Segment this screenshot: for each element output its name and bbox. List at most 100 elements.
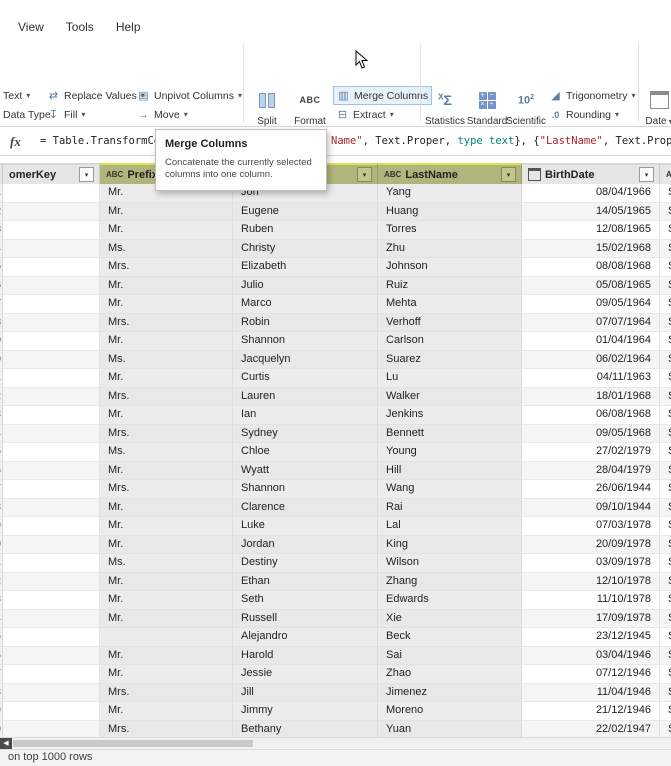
cell[interactable]: Jill <box>233 683 378 702</box>
horizontal-scrollbar[interactable]: ◀ <box>0 737 671 749</box>
cell[interactable]: 01/04/1964 <box>522 332 660 351</box>
cell[interactable]: 08/08/1968 <box>522 258 660 277</box>
cell[interactable] <box>3 646 100 665</box>
cell[interactable]: S <box>660 350 671 369</box>
cell[interactable]: S <box>660 313 671 332</box>
cell[interactable]: 07/07/1964 <box>522 313 660 332</box>
cell[interactable]: S <box>660 369 671 388</box>
cell[interactable] <box>3 628 100 647</box>
cell[interactable] <box>3 572 100 591</box>
cell[interactable]: 21/12/1946 <box>522 702 660 721</box>
cell[interactable]: Mrs. <box>100 387 233 406</box>
cell[interactable]: Zhao <box>378 665 522 684</box>
cell[interactable]: Huang <box>378 202 522 221</box>
scroll-left-button[interactable]: ◀ <box>0 738 12 749</box>
column-header-BirthDate[interactable]: BirthDate ▾ <box>522 163 660 184</box>
cell[interactable]: Torres <box>378 221 522 240</box>
cell[interactable]: S <box>660 332 671 351</box>
cell[interactable]: Wyatt <box>233 461 378 480</box>
cell[interactable]: Mr. <box>100 295 233 314</box>
cell[interactable] <box>3 406 100 425</box>
cell[interactable]: Mrs. <box>100 313 233 332</box>
cell[interactable]: Luke <box>233 517 378 536</box>
cell[interactable]: Seth <box>233 591 378 610</box>
filter-button[interactable]: ▾ <box>357 167 372 182</box>
cell[interactable]: Mr. <box>100 221 233 240</box>
cell[interactable]: 18/01/1968 <box>522 387 660 406</box>
cell[interactable]: 05/08/1965 <box>522 276 660 295</box>
cell[interactable]: Mr. <box>100 498 233 517</box>
cell[interactable]: Mr. <box>100 535 233 554</box>
cell[interactable]: Mr. <box>100 369 233 388</box>
cell[interactable]: S <box>660 683 671 702</box>
cell[interactable]: Young <box>378 443 522 462</box>
rounding-button[interactable]: .0 Rounding ▾ <box>546 106 622 124</box>
cell[interactable]: S <box>660 572 671 591</box>
cell[interactable]: Bennett <box>378 424 522 443</box>
cell[interactable] <box>3 369 100 388</box>
cell[interactable]: Elizabeth <box>233 258 378 277</box>
cell[interactable]: Beck <box>378 628 522 647</box>
cell[interactable]: Wang <box>378 480 522 499</box>
cell[interactable]: 07/03/1978 <box>522 517 660 536</box>
cell[interactable]: 06/02/1964 <box>522 350 660 369</box>
cell[interactable] <box>3 702 100 721</box>
merge-columns-button[interactable]: ▥ Merge Columns <box>333 86 433 105</box>
cell[interactable]: Mr. <box>100 276 233 295</box>
cell[interactable] <box>3 202 100 221</box>
tab-view[interactable]: View <box>18 20 44 34</box>
cell[interactable]: 09/05/1964 <box>522 295 660 314</box>
cell[interactable] <box>3 424 100 443</box>
cell[interactable]: Xie <box>378 609 522 628</box>
column-header-clipped[interactable]: ABC▾ <box>660 163 671 184</box>
cell[interactable] <box>3 276 100 295</box>
filter-button[interactable]: ▾ <box>501 167 516 182</box>
cell[interactable] <box>3 665 100 684</box>
cell[interactable] <box>3 350 100 369</box>
cell[interactable]: Bethany <box>233 720 378 737</box>
cell[interactable]: Eugene <box>233 202 378 221</box>
cell[interactable]: S <box>660 720 671 737</box>
cell[interactable]: Wilson <box>378 554 522 573</box>
cell[interactable]: S <box>660 498 671 517</box>
cell[interactable]: S <box>660 387 671 406</box>
cell[interactable] <box>3 498 100 517</box>
cell[interactable]: Ms. <box>100 443 233 462</box>
column-header-LastName[interactable]: ABC LastName ▾ <box>378 163 522 184</box>
cell[interactable] <box>100 628 233 647</box>
cell[interactable]: Mr. <box>100 665 233 684</box>
cell[interactable] <box>3 517 100 536</box>
tab-help[interactable]: Help <box>116 20 141 34</box>
fill-button[interactable]: ↧ Fill ▾ <box>44 106 88 124</box>
formula-text-left[interactable]: = Table.TransformCol <box>40 135 166 147</box>
cell[interactable]: Mr. <box>100 591 233 610</box>
cell[interactable]: 26/06/1944 <box>522 480 660 499</box>
cell[interactable]: Jenkins <box>378 406 522 425</box>
cell[interactable]: Ruben <box>233 221 378 240</box>
cell[interactable] <box>3 609 100 628</box>
cell[interactable]: Clarence <box>233 498 378 517</box>
cell[interactable]: Shannon <box>233 480 378 499</box>
cell[interactable]: S <box>660 295 671 314</box>
cell[interactable]: Curtis <box>233 369 378 388</box>
cell[interactable]: Mr. <box>100 406 233 425</box>
cell[interactable]: S <box>660 554 671 573</box>
cell[interactable]: Zhang <box>378 572 522 591</box>
cell[interactable]: Carlson <box>378 332 522 351</box>
cell[interactable]: Sydney <box>233 424 378 443</box>
cell[interactable] <box>3 332 100 351</box>
cell[interactable]: Lal <box>378 517 522 536</box>
cell[interactable]: S <box>660 202 671 221</box>
cell[interactable]: S <box>660 702 671 721</box>
data-type-button-clipped[interactable]: Text ▾ <box>0 87 33 105</box>
cell[interactable]: S <box>660 535 671 554</box>
cell[interactable] <box>3 535 100 554</box>
cell[interactable]: Ms. <box>100 350 233 369</box>
cell[interactable]: Chloe <box>233 443 378 462</box>
cell[interactable]: Mr. <box>100 517 233 536</box>
cell[interactable]: Zhu <box>378 239 522 258</box>
cell[interactable]: Yang <box>378 184 522 203</box>
cell[interactable]: Shannon <box>233 332 378 351</box>
cell[interactable] <box>3 295 100 314</box>
formula-text-right[interactable]: Name", Text.Proper, type text}, {"LastNa… <box>331 135 671 147</box>
